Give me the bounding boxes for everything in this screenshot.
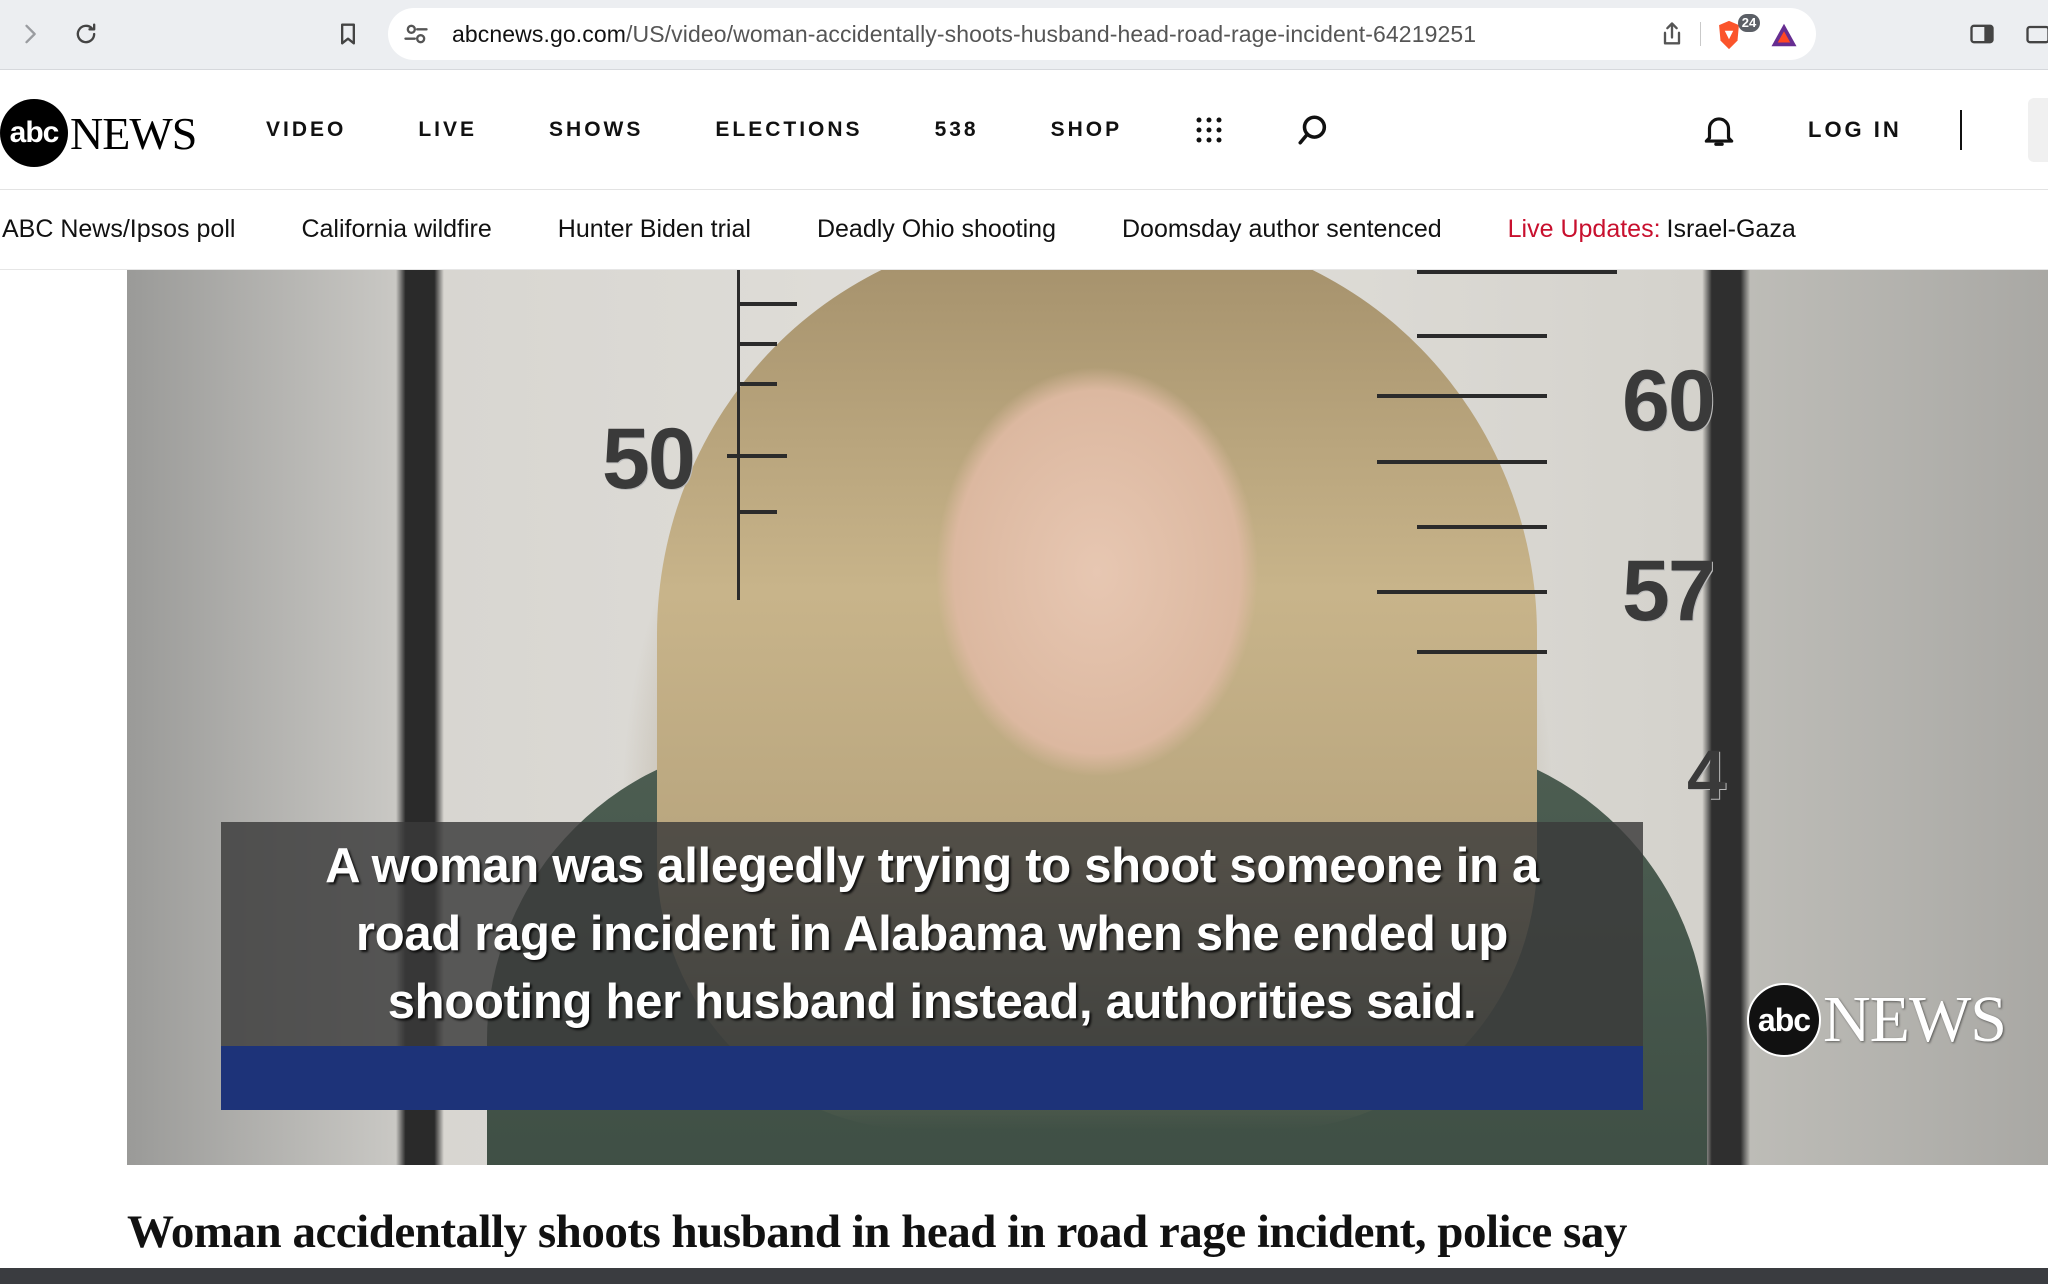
nav-shop[interactable]: SHOP [1051,118,1123,142]
height-ruler-left [737,270,740,600]
nav-elections[interactable]: ELECTIONS [715,118,862,142]
mugshot-number: 50 [602,411,696,507]
live-updates-label: Live Updates: [1507,215,1661,243]
url-host: abcnews.go.com [452,21,626,47]
url-path: /US/video/woman-accidentally-shoots-husb… [626,21,1477,47]
nav-live[interactable]: LIVE [418,118,477,142]
trending-item-doomsday-author[interactable]: Doomsday author sentenced [1122,215,1442,244]
ruler-tick [737,382,777,386]
trending-item-ohio-shooting[interactable]: Deadly Ohio shooting [817,215,1056,244]
address-separator [1700,22,1701,46]
nav-538[interactable]: 538 [935,118,979,142]
main-nav: VIDEO LIVE SHOWS ELECTIONS 538 SHOP [266,70,1330,190]
ruler-tick [727,454,787,458]
nav-shows[interactable]: SHOWS [549,118,643,142]
ruler-tick [1377,590,1547,594]
nav-video[interactable]: VIDEO [266,118,346,142]
ruler-tick [1417,650,1547,654]
abc-news-logo[interactable]: abc NEWS [0,98,197,168]
ruler-tick [1377,460,1547,464]
bottom-dock-strip [0,1268,2048,1284]
brave-rewards-icon[interactable] [1768,20,1800,50]
caption-lower-third-bar [221,1046,1643,1110]
watermark-circle: abc [1747,983,1821,1057]
ruler-tick [737,510,777,514]
trending-item-ipsos-poll[interactable]: ABC News/Ipsos poll [2,215,235,244]
trending-item-live-updates[interactable]: Live Updates: Israel-Gaza [1508,215,1796,244]
ruler-tick [1417,334,1547,338]
mugshot-number: 60 [1622,353,1716,449]
caption-line: shooting her husband instead, authoritie… [387,975,1477,1029]
forward-icon[interactable] [10,14,50,54]
more-menu-grid-icon[interactable] [1194,115,1224,145]
ruler-tick [1417,270,1617,274]
video-caption: A woman was allegedly trying to shoot so… [221,832,1643,1036]
live-updates-topic: Israel-Gaza [1666,215,1796,243]
login-button[interactable]: LOG IN [1808,70,1902,190]
ruler-tick [737,302,797,306]
ruler-tick [737,342,777,346]
browser-toolbar: abcnews.go.com/US/video/woman-accidental… [0,0,2048,70]
ruler-tick [1377,394,1547,398]
notifications-bell-icon[interactable] [1700,110,1738,150]
header-edge-control[interactable] [2028,98,2048,162]
address-bar[interactable]: abcnews.go.com/US/video/woman-accidental… [388,8,1816,60]
trending-item-hunter-biden-trial[interactable]: Hunter Biden trial [558,215,751,244]
ruler-tick [1417,525,1547,529]
video-player[interactable]: 50 60 57 4 A woman was allegedly trying … [127,270,2048,1165]
mugshot-number: 4 [1687,736,1726,814]
header-divider [1960,110,1962,150]
logo-circle: abc [0,99,68,167]
site-settings-icon[interactable] [402,20,430,48]
shields-count-badge: 24 [1738,14,1760,32]
abc-news-watermark: abc NEWS [1747,982,2007,1058]
caption-line: A woman was allegedly trying to shoot so… [325,839,1539,893]
caption-line: road rage incident in Alabama when she e… [355,907,1509,961]
reload-icon[interactable] [66,14,106,54]
wallet-icon[interactable] [2018,14,2048,54]
logo-wordmark: NEWS [70,107,197,159]
sidebar-toggle-icon[interactable] [1962,14,2002,54]
article-headline: Woman accidentally shoots husband in hea… [127,1206,1627,1258]
trending-item-california-wildfire[interactable]: California wildfire [301,215,491,244]
bookmark-icon[interactable] [328,14,368,54]
trending-topics-bar: ABC News/Ipsos poll California wildfire … [0,190,2048,270]
site-header: abc NEWS VIDEO LIVE SHOWS ELECTIONS 538 … [0,70,2048,190]
watermark-wordmark: NEWS [1823,983,2007,1056]
mugshot-number: 57 [1622,543,1716,639]
share-icon[interactable] [1658,20,1686,48]
url-text[interactable]: abcnews.go.com/US/video/woman-accidental… [452,8,1476,60]
search-icon[interactable] [1296,113,1330,147]
